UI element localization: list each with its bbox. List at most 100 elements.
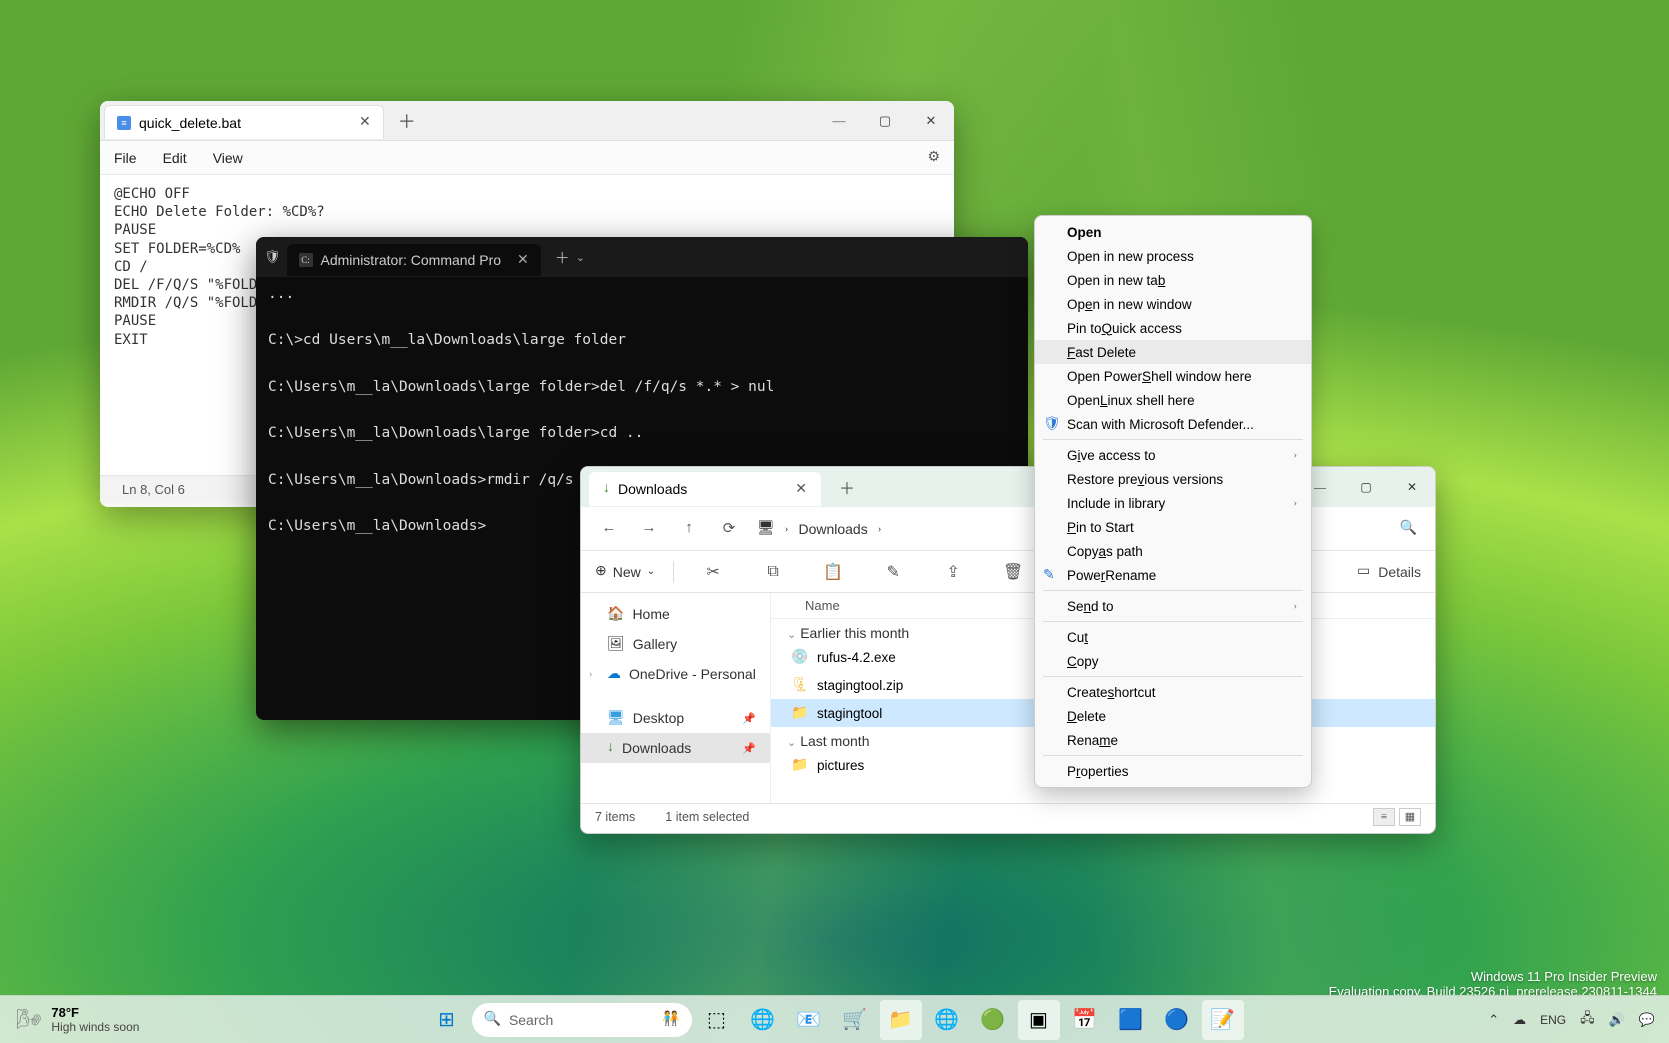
details-button[interactable]: Details xyxy=(1378,564,1421,580)
details-icon: ▭ xyxy=(1357,563,1370,580)
ctx-pin-start[interactable]: Pin to Start xyxy=(1035,515,1311,539)
ctx-fast-delete[interactable]: Fast Delete xyxy=(1035,340,1311,364)
nav-onedrive[interactable]: ›☁OneDrive - Personal xyxy=(581,659,770,689)
taskbar-notepad[interactable]: 📝 xyxy=(1202,1000,1244,1040)
weather-widget[interactable]: 🌬 78°F High winds soon xyxy=(0,1005,155,1034)
thumbnails-view-button[interactable]: ▦ xyxy=(1399,808,1421,826)
close-icon[interactable]: ✕ xyxy=(359,114,371,131)
ctx-open[interactable]: Open xyxy=(1035,220,1311,244)
paste-icon[interactable]: 📋 xyxy=(812,552,854,592)
notepad-icon: ≡ xyxy=(117,116,131,130)
new-tab-button[interactable]: ＋ xyxy=(839,475,855,499)
ctx-powershell[interactable]: Open PowerShell window here xyxy=(1035,364,1311,388)
home-icon: 🏠 xyxy=(607,606,624,623)
onedrive-tray-icon[interactable]: ☁ xyxy=(1513,1012,1526,1028)
taskbar-search[interactable]: 🔍 Search 🧑‍🤝‍🧑 xyxy=(472,1003,692,1037)
copy-icon[interactable]: ⧉ xyxy=(752,552,794,592)
window-controls: — ▢ ✕ xyxy=(816,101,954,141)
ctx-restore[interactable]: Restore previous versions xyxy=(1035,467,1311,491)
ctx-open-process[interactable]: Open in new process xyxy=(1035,244,1311,268)
ctx-give-access[interactable]: Give access to› xyxy=(1035,443,1311,467)
ctx-copy-path[interactable]: Copy as path xyxy=(1035,539,1311,563)
gear-icon[interactable]: ⚙ xyxy=(927,149,940,166)
details-view-button[interactable]: ≡ xyxy=(1373,808,1395,826)
explorer-tab[interactable]: ↓ Downloads ✕ xyxy=(589,472,821,506)
close-button[interactable]: ✕ xyxy=(1389,467,1435,507)
copilot-icon: 🧑‍🤝‍🧑 xyxy=(662,1011,679,1028)
volume-icon[interactable]: 🔊 xyxy=(1609,1012,1625,1028)
new-tab-button[interactable]: ＋ xyxy=(555,247,570,268)
ctx-rename[interactable]: Rename xyxy=(1035,728,1311,752)
ctx-properties[interactable]: Properties xyxy=(1035,759,1311,783)
close-icon[interactable]: ✕ xyxy=(517,252,529,269)
cut-icon[interactable]: ✂ xyxy=(692,552,734,592)
language-indicator[interactable]: ENG xyxy=(1540,1013,1566,1027)
notification-icon[interactable]: 💬 xyxy=(1639,1012,1655,1028)
up-button[interactable]: ↑ xyxy=(671,513,707,545)
refresh-button[interactable]: ⟳ xyxy=(711,513,747,545)
network-icon[interactable]: 🖧 xyxy=(1580,1009,1595,1031)
ctx-powerrename[interactable]: ✎PowerRename xyxy=(1035,563,1311,587)
taskbar-app-icon[interactable]: 🛒 xyxy=(834,1000,876,1040)
ctx-delete[interactable]: Delete xyxy=(1035,704,1311,728)
share-icon[interactable]: ⇪ xyxy=(932,552,974,592)
new-button[interactable]: ⊕New⌄ xyxy=(595,563,655,580)
close-button[interactable]: ✕ xyxy=(908,101,954,141)
menu-separator xyxy=(1043,755,1303,756)
ctx-linux[interactable]: Open Linux shell here xyxy=(1035,388,1311,412)
new-tab-button[interactable]: ＋ xyxy=(398,108,416,134)
menu-edit[interactable]: Edit xyxy=(163,150,187,166)
shield-icon: 🛡 xyxy=(264,249,281,265)
chevron-right-icon: › xyxy=(1294,450,1297,461)
ctx-pin-quick[interactable]: Pin to Quick access xyxy=(1035,316,1311,340)
ctx-open-tab[interactable]: Open in new tab xyxy=(1035,268,1311,292)
taskbar-edge[interactable]: 🌐 xyxy=(926,1000,968,1040)
notepad-tab[interactable]: ≡ quick_delete.bat ✕ xyxy=(104,105,384,139)
ctx-copy[interactable]: Copy xyxy=(1035,649,1311,673)
tray-chevron-icon[interactable]: ⌃ xyxy=(1488,1012,1499,1028)
rename-icon[interactable]: ✎ xyxy=(872,552,914,592)
chevron-right-icon[interactable]: › xyxy=(589,669,592,680)
menu-file[interactable]: File xyxy=(114,150,137,166)
task-view-button[interactable]: ⬚ xyxy=(696,1000,738,1040)
maximize-button[interactable]: ▢ xyxy=(1343,467,1389,507)
forward-button[interactable]: → xyxy=(631,513,667,545)
close-icon[interactable]: ✕ xyxy=(795,481,807,498)
taskbar-app-icon[interactable]: 🌐 xyxy=(742,1000,784,1040)
start-button[interactable]: ⊞ xyxy=(426,1000,468,1040)
nav-home[interactable]: 🏠Home xyxy=(581,599,770,629)
back-button[interactable]: ← xyxy=(591,513,627,545)
dropdown-icon[interactable]: ⌄ xyxy=(576,251,585,264)
minimize-button[interactable]: — xyxy=(816,101,862,141)
taskbar-app-icon[interactable]: 📧 xyxy=(788,1000,830,1040)
notepad-tab-title: quick_delete.bat xyxy=(139,115,241,131)
watermark-line1: Windows 11 Pro Insider Preview xyxy=(1329,969,1657,984)
column-name[interactable]: Name xyxy=(805,598,1035,613)
taskbar-app-icon[interactable]: 🟢 xyxy=(972,1000,1014,1040)
taskbar-app-icon[interactable]: 🟦 xyxy=(1110,1000,1152,1040)
menu-separator xyxy=(1043,621,1303,622)
nav-downloads[interactable]: ↓Downloads📌 xyxy=(581,733,770,763)
ctx-send-to[interactable]: Send to› xyxy=(1035,594,1311,618)
search-icon[interactable]: 🔍 xyxy=(1400,520,1417,537)
ctx-cut[interactable]: Cut xyxy=(1035,625,1311,649)
ctx-open-window[interactable]: Open in new window xyxy=(1035,292,1311,316)
explorer-statusbar: 7 items 1 item selected ≡ ▦ xyxy=(581,803,1435,829)
nav-desktop[interactable]: 🖥Desktop📌 xyxy=(581,703,770,733)
taskbar-terminal[interactable]: ▣ xyxy=(1018,1000,1060,1040)
window-controls: — ▢ ✕ xyxy=(1297,467,1435,507)
taskbar-explorer[interactable]: 📁 xyxy=(880,1000,922,1040)
taskbar-app-icon[interactable]: 📅 xyxy=(1064,1000,1106,1040)
search-icon: 🔍 xyxy=(484,1011,501,1028)
nav-gallery[interactable]: 🖼Gallery xyxy=(581,629,770,659)
taskbar-app-icon[interactable]: 🔵 xyxy=(1156,1000,1198,1040)
terminal-tab[interactable]: C: Administrator: Command Pro ✕ xyxy=(287,244,541,276)
menu-view[interactable]: View xyxy=(213,150,243,166)
ctx-shortcut[interactable]: Create shortcut xyxy=(1035,680,1311,704)
delete-icon[interactable]: 🗑 xyxy=(992,552,1034,592)
ctx-include-library[interactable]: Include in library› xyxy=(1035,491,1311,515)
notepad-menubar: File Edit View ⚙ xyxy=(100,141,954,175)
ctx-defender[interactable]: 🛡Scan with Microsoft Defender... xyxy=(1035,412,1311,436)
breadcrumb-item[interactable]: Downloads xyxy=(798,521,867,537)
maximize-button[interactable]: ▢ xyxy=(862,101,908,141)
